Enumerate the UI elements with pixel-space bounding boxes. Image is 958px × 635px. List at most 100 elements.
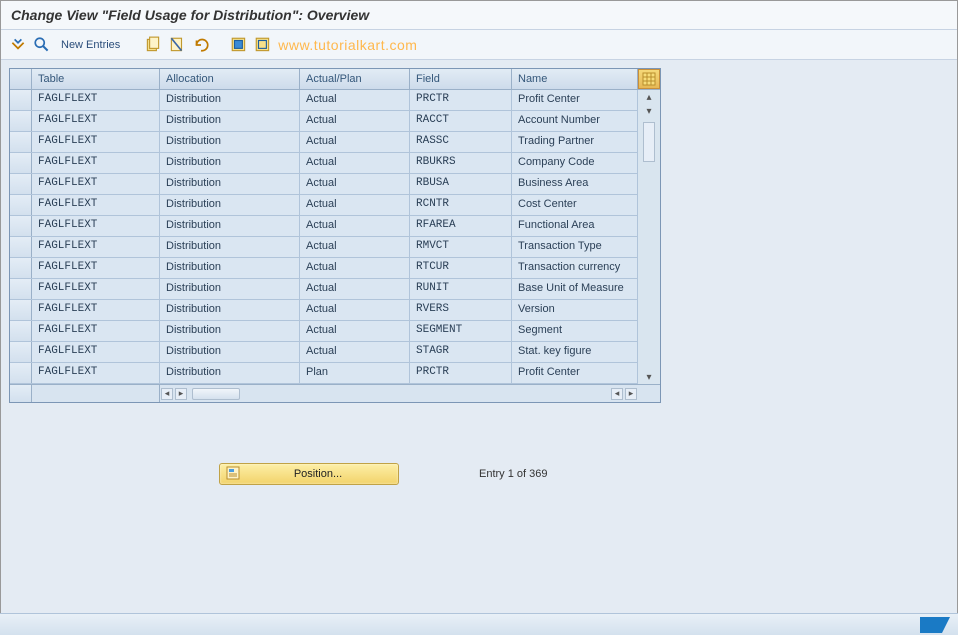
row-selector[interactable] (10, 153, 32, 173)
table-row[interactable]: FAGLFLEXTDistributionActualRBUKRSCompany… (10, 153, 638, 174)
cell-actual-plan[interactable]: Actual (300, 321, 410, 341)
scroll-up-arrow[interactable]: ▴ (642, 90, 656, 104)
cell-allocation[interactable]: Distribution (160, 279, 300, 299)
cell-table[interactable]: FAGLFLEXT (32, 363, 160, 383)
header-actual-plan[interactable]: Actual/Plan (300, 69, 410, 89)
position-button[interactable]: Position... (219, 463, 399, 485)
cell-table[interactable]: FAGLFLEXT (32, 153, 160, 173)
cell-name[interactable]: Profit Center (512, 90, 638, 110)
cell-name[interactable]: Stat. key figure (512, 342, 638, 362)
table-row[interactable]: FAGLFLEXTDistributionActualRASSCTrading … (10, 132, 638, 153)
row-selector[interactable] (10, 237, 32, 257)
find-icon[interactable] (33, 36, 51, 54)
row-selector[interactable] (10, 321, 32, 341)
cell-name[interactable]: Account Number (512, 111, 638, 131)
hscroll-left-arrow-2[interactable]: ◂ (611, 388, 623, 400)
cell-table[interactable]: FAGLFLEXT (32, 90, 160, 110)
deselect-all-icon[interactable] (254, 36, 272, 54)
cell-table[interactable]: FAGLFLEXT (32, 237, 160, 257)
cell-name[interactable]: Trading Partner (512, 132, 638, 152)
cell-actual-plan[interactable]: Actual (300, 216, 410, 236)
cell-name[interactable]: Business Area (512, 174, 638, 194)
cell-field[interactable]: PRCTR (410, 363, 512, 383)
cell-name[interactable]: Company Code (512, 153, 638, 173)
cell-name[interactable]: Cost Center (512, 195, 638, 215)
row-selector[interactable] (10, 132, 32, 152)
cell-table[interactable]: FAGLFLEXT (32, 321, 160, 341)
cell-field[interactable]: STAGR (410, 342, 512, 362)
row-selector[interactable] (10, 363, 32, 383)
cell-actual-plan[interactable]: Actual (300, 258, 410, 278)
table-row[interactable]: FAGLFLEXTDistributionActualRBUSABusiness… (10, 174, 638, 195)
header-allocation[interactable]: Allocation (160, 69, 300, 89)
cell-allocation[interactable]: Distribution (160, 90, 300, 110)
header-field[interactable]: Field (410, 69, 512, 89)
table-row[interactable]: FAGLFLEXTDistributionActualSTAGRStat. ke… (10, 342, 638, 363)
header-name[interactable]: Name (512, 69, 638, 89)
row-selector[interactable] (10, 258, 32, 278)
cell-field[interactable]: RACCT (410, 111, 512, 131)
cell-table[interactable]: FAGLFLEXT (32, 111, 160, 131)
table-row[interactable]: FAGLFLEXTDistributionActualPRCTRProfit C… (10, 90, 638, 111)
select-all-icon[interactable] (230, 36, 248, 54)
row-selector[interactable] (10, 111, 32, 131)
cell-name[interactable]: Version (512, 300, 638, 320)
hscroll-right-arrow-2[interactable]: ▸ (625, 388, 637, 400)
cell-allocation[interactable]: Distribution (160, 342, 300, 362)
select-all-rows[interactable] (10, 69, 32, 89)
cell-field[interactable]: RCNTR (410, 195, 512, 215)
cell-table[interactable]: FAGLFLEXT (32, 174, 160, 194)
table-settings-icon[interactable] (638, 69, 660, 89)
row-selector[interactable] (10, 300, 32, 320)
cell-actual-plan[interactable]: Actual (300, 174, 410, 194)
table-row[interactable]: FAGLFLEXTDistributionActualRFAREAFunctio… (10, 216, 638, 237)
scroll-thumb[interactable] (643, 122, 655, 162)
cell-actual-plan[interactable]: Actual (300, 300, 410, 320)
cell-field[interactable]: RVERS (410, 300, 512, 320)
cell-name[interactable]: Base Unit of Measure (512, 279, 638, 299)
cell-table[interactable]: FAGLFLEXT (32, 300, 160, 320)
cell-actual-plan[interactable]: Actual (300, 237, 410, 257)
table-row[interactable]: FAGLFLEXTDistributionActualSEGMENTSegmen… (10, 321, 638, 342)
table-row[interactable]: FAGLFLEXTDistributionActualRVERSVersion (10, 300, 638, 321)
table-row[interactable]: FAGLFLEXTDistributionActualRUNITBase Uni… (10, 279, 638, 300)
cell-allocation[interactable]: Distribution (160, 363, 300, 383)
undo-icon[interactable] (192, 36, 210, 54)
cell-allocation[interactable]: Distribution (160, 258, 300, 278)
table-row[interactable]: FAGLFLEXTDistributionActualRACCTAccount … (10, 111, 638, 132)
cell-actual-plan[interactable]: Plan (300, 363, 410, 383)
delete-icon[interactable] (168, 36, 186, 54)
cell-allocation[interactable]: Distribution (160, 195, 300, 215)
copy-icon[interactable] (144, 36, 162, 54)
cell-allocation[interactable]: Distribution (160, 216, 300, 236)
row-selector[interactable] (10, 342, 32, 362)
row-selector[interactable] (10, 279, 32, 299)
cell-name[interactable]: Profit Center (512, 363, 638, 383)
cell-actual-plan[interactable]: Actual (300, 111, 410, 131)
cell-field[interactable]: RBUSA (410, 174, 512, 194)
row-selector[interactable] (10, 174, 32, 194)
cell-name[interactable]: Transaction Type (512, 237, 638, 257)
horizontal-scrollbar[interactable]: ◂ ▸ ◂ ▸ (10, 384, 660, 402)
cell-allocation[interactable]: Distribution (160, 321, 300, 341)
cell-name[interactable]: Segment (512, 321, 638, 341)
cell-table[interactable]: FAGLFLEXT (32, 258, 160, 278)
cell-field[interactable]: RBUKRS (410, 153, 512, 173)
cell-field[interactable]: RFAREA (410, 216, 512, 236)
cell-actual-plan[interactable]: Actual (300, 342, 410, 362)
scroll-down-arrow-top[interactable]: ▾ (642, 104, 656, 118)
cell-field[interactable]: RASSC (410, 132, 512, 152)
cell-allocation[interactable]: Distribution (160, 153, 300, 173)
toggle-display-icon[interactable] (9, 36, 27, 54)
cell-allocation[interactable]: Distribution (160, 300, 300, 320)
cell-name[interactable]: Functional Area (512, 216, 638, 236)
cell-actual-plan[interactable]: Actual (300, 132, 410, 152)
hscroll-left-arrow[interactable]: ◂ (161, 388, 173, 400)
row-selector[interactable] (10, 195, 32, 215)
cell-table[interactable]: FAGLFLEXT (32, 279, 160, 299)
cell-actual-plan[interactable]: Actual (300, 153, 410, 173)
cell-table[interactable]: FAGLFLEXT (32, 342, 160, 362)
vertical-scrollbar[interactable]: ▴ ▾ ▾ (638, 90, 660, 384)
cell-field[interactable]: RTCUR (410, 258, 512, 278)
row-selector[interactable] (10, 216, 32, 236)
